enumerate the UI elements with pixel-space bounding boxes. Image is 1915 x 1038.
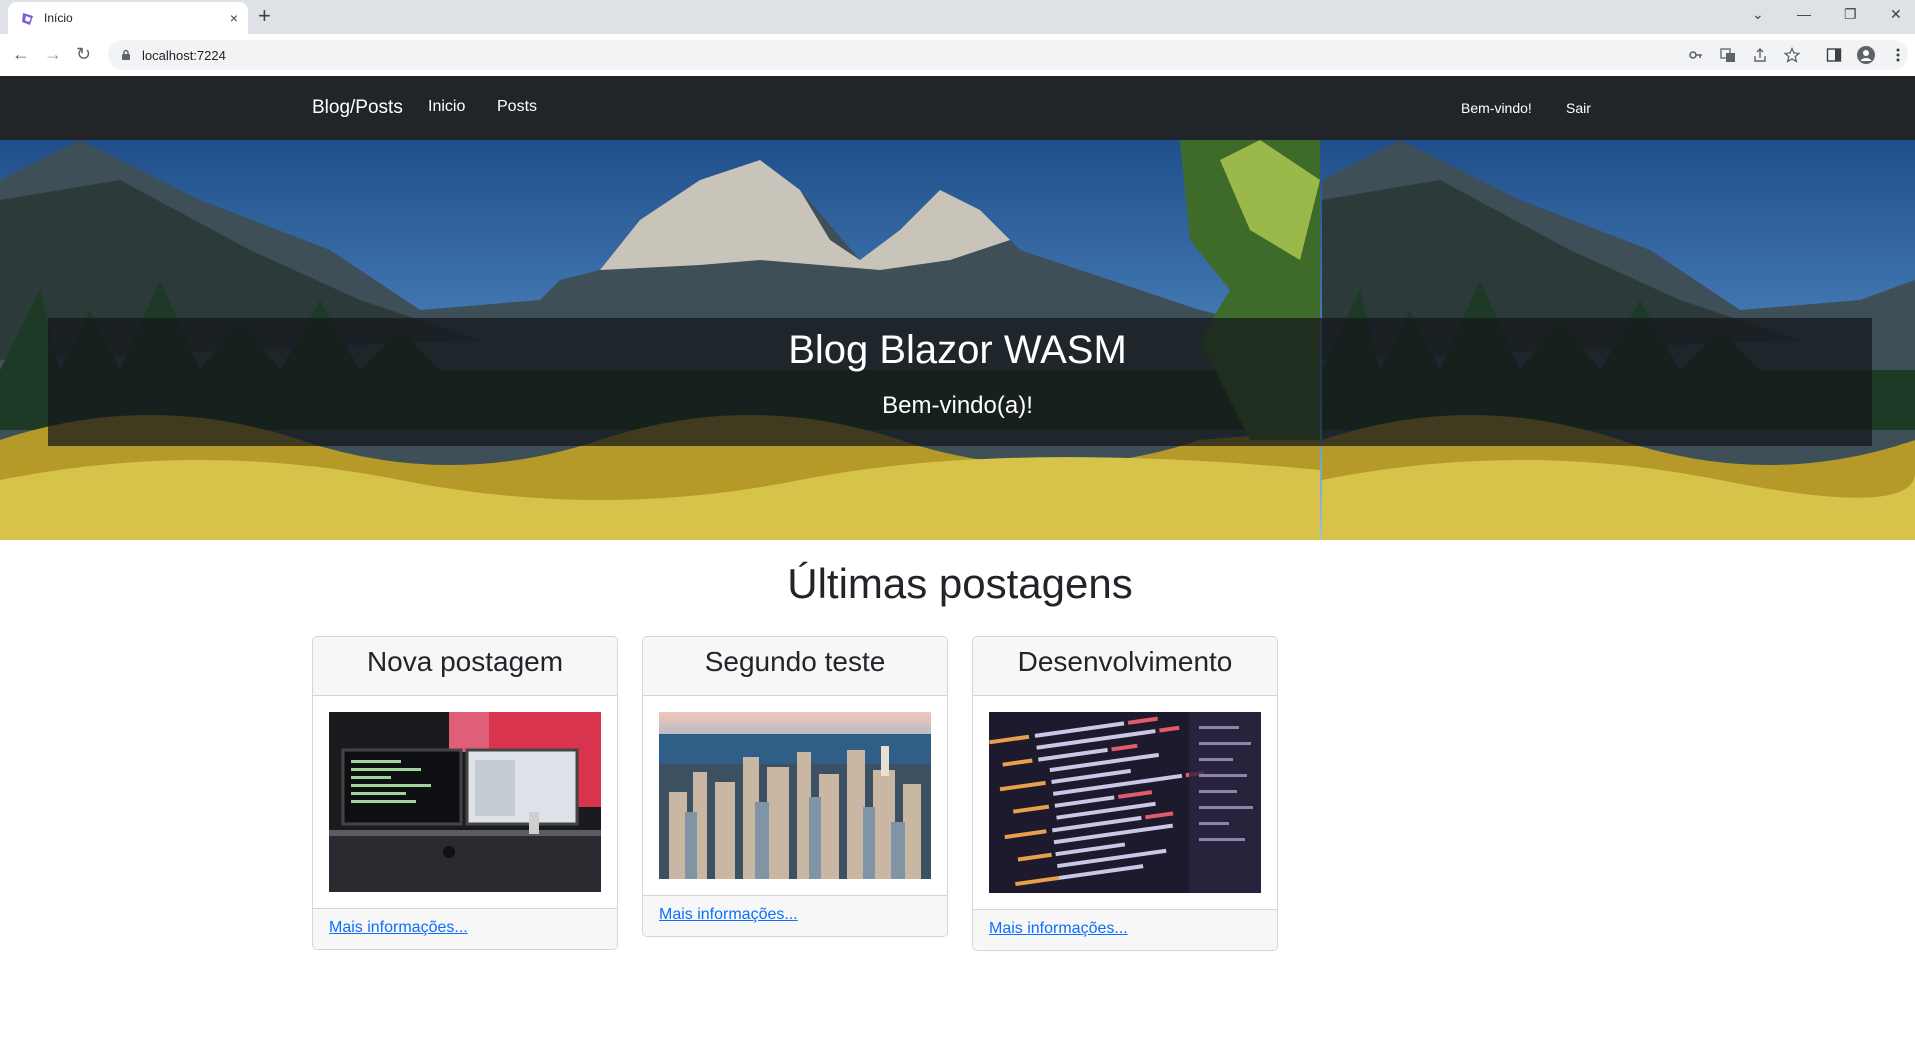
hero-title: Blog Blazor WASM bbox=[788, 328, 1127, 372]
minimize-button[interactable]: — bbox=[1797, 6, 1811, 22]
nav-logout-link[interactable]: Sair bbox=[1566, 100, 1591, 116]
post-card: Nova postagem Mais informações... bbox=[312, 636, 618, 950]
more-info-link[interactable]: Mais informações... bbox=[659, 906, 798, 924]
more-info-link[interactable]: Mais informações... bbox=[329, 919, 468, 937]
post-card-body bbox=[313, 696, 617, 908]
bookmark-star-icon[interactable] bbox=[1784, 47, 1800, 63]
browser-tab[interactable]: Início × bbox=[8, 2, 248, 34]
post-card-body bbox=[643, 696, 947, 895]
post-card-footer: Mais informações... bbox=[313, 908, 617, 949]
blazor-favicon-icon bbox=[22, 13, 33, 25]
address-toolbar: ← → ↻ localhost:7224 bbox=[0, 34, 1915, 77]
lock-icon bbox=[122, 49, 130, 60]
url-text[interactable]: localhost:7224 bbox=[142, 48, 226, 63]
site-navbar: Blog/Posts Inicio Posts Bem-vindo! Sair bbox=[0, 76, 1915, 140]
back-button[interactable]: ← bbox=[12, 44, 30, 64]
new-tab-button[interactable]: + bbox=[258, 4, 271, 28]
profile-avatar-icon[interactable] bbox=[1857, 46, 1875, 64]
post-card-title: Desenvolvimento bbox=[973, 637, 1277, 696]
key-icon[interactable] bbox=[1688, 47, 1704, 63]
restore-button[interactable]: ❐ bbox=[1844, 6, 1857, 23]
browser-tab-strip: Início × + ⌄ — ❐ ✕ bbox=[0, 0, 1915, 34]
post-card-title: Nova postagem bbox=[313, 637, 617, 696]
share-icon[interactable] bbox=[1752, 47, 1768, 63]
post-card-body bbox=[973, 696, 1277, 909]
close-window-button[interactable]: ✕ bbox=[1890, 6, 1902, 23]
post-card-footer: Mais informações... bbox=[643, 895, 947, 936]
post-card: Desenvolvimento Mais informações... bbox=[972, 636, 1278, 951]
more-menu-icon[interactable] bbox=[1890, 47, 1906, 63]
latest-posts-title: Últimas postagens bbox=[787, 560, 1133, 607]
address-bar[interactable]: localhost:7224 bbox=[108, 40, 1908, 70]
nav-link-inicio[interactable]: Inicio bbox=[428, 98, 465, 116]
city-skyline-image bbox=[659, 712, 931, 879]
nav-welcome-link[interactable]: Bem-vindo! bbox=[1461, 100, 1532, 116]
more-info-link[interactable]: Mais informações... bbox=[989, 920, 1128, 938]
translate-icon[interactable] bbox=[1720, 47, 1736, 63]
post-card-title: Segundo teste bbox=[643, 637, 947, 696]
post-card-footer: Mais informações... bbox=[973, 909, 1277, 950]
post-card: Segundo teste Mais informações... bbox=[642, 636, 948, 937]
navbar-brand-link[interactable]: Blog/Posts bbox=[312, 97, 403, 119]
tab-close-icon[interactable]: × bbox=[230, 9, 238, 27]
hero-subtitle: Bem-vindo(a)! bbox=[882, 392, 1033, 419]
forward-button[interactable]: → bbox=[44, 44, 62, 64]
hero-banner: Blog Blazor WASM Bem-vindo(a)! bbox=[0, 140, 1915, 540]
code-screen-image bbox=[989, 712, 1261, 893]
reload-button[interactable]: ↻ bbox=[76, 44, 91, 64]
desk-monitors-image bbox=[329, 712, 601, 892]
side-panel-icon[interactable] bbox=[1826, 47, 1842, 63]
tab-title: Início bbox=[44, 11, 73, 25]
tab-search-icon[interactable]: ⌄ bbox=[1752, 6, 1764, 23]
nav-link-posts[interactable]: Posts bbox=[497, 98, 537, 116]
